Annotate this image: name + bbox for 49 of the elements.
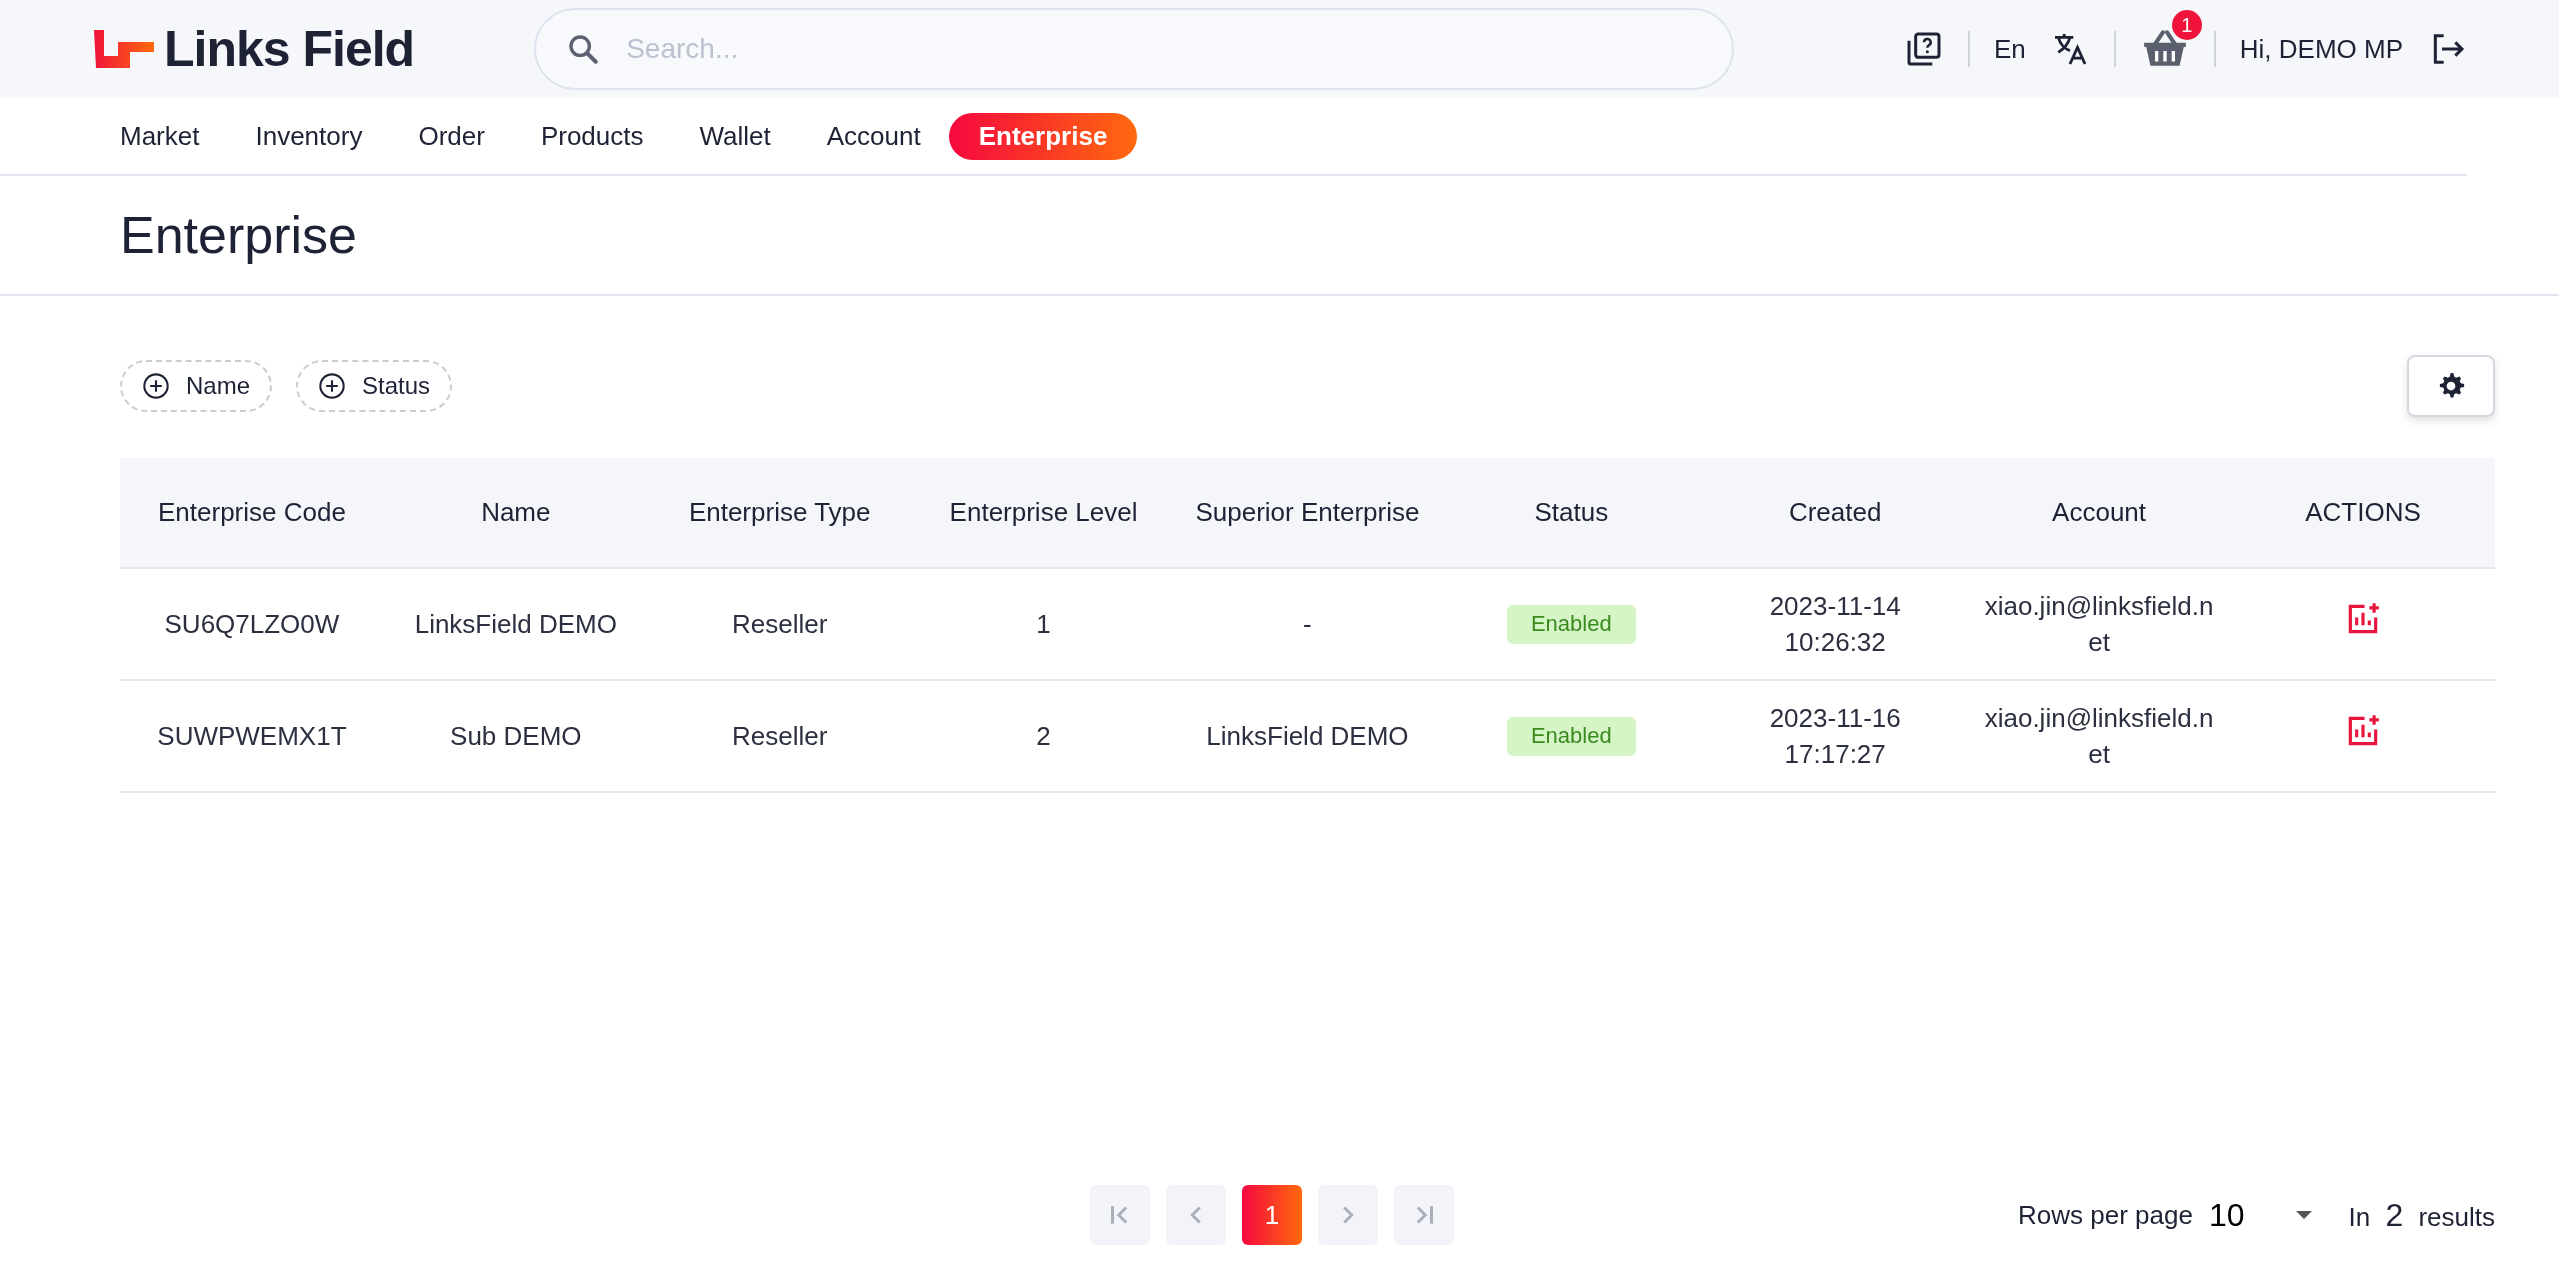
- column-header: Enterprise Type: [647, 458, 912, 568]
- filter-chip[interactable]: Status: [296, 360, 453, 412]
- column-header: Superior Enterprise: [1175, 458, 1440, 568]
- search-icon: [566, 32, 601, 66]
- type-cell: Reseller: [647, 568, 912, 680]
- search-field[interactable]: Search...: [534, 8, 1735, 90]
- logo-icon: [92, 28, 156, 70]
- code-cell: SUWPWEMX1T: [120, 680, 384, 792]
- code-cell: SU6Q7LZO0W: [120, 568, 384, 680]
- rows-per-page-label: Rows per page: [2018, 1198, 2193, 1232]
- language-label[interactable]: En: [1993, 29, 2026, 69]
- name-cell: LinksField DEMO: [383, 568, 648, 680]
- nav-tab[interactable]: Inventory: [227, 112, 391, 160]
- column-header: Name: [383, 458, 648, 568]
- nav-tab[interactable]: Order: [390, 112, 513, 160]
- superior-cell: -: [1175, 568, 1440, 680]
- results-summary: In 2 results: [2348, 1196, 2495, 1235]
- status-tag: Enabled: [1506, 605, 1636, 644]
- nav-tab[interactable]: Market: [120, 112, 228, 160]
- created-cell: 2023-11-16 17:17:27: [1703, 680, 1968, 792]
- nav-tab[interactable]: Wallet: [671, 112, 799, 160]
- column-header: Enterprise Code: [120, 458, 384, 568]
- page-button[interactable]: 1: [1242, 1185, 1302, 1245]
- nav-tab[interactable]: Account: [798, 112, 949, 160]
- plus-circle-icon: [142, 372, 170, 400]
- page-title: Enterprise: [120, 204, 357, 266]
- nav-tab[interactable]: Enterprise: [948, 112, 1138, 160]
- plus-circle-icon: [318, 372, 347, 400]
- account-cell: xiao.jin@linksfield.net: [1967, 680, 2231, 792]
- settings-button[interactable]: [2407, 355, 2495, 417]
- column-header: Enterprise Level: [911, 458, 1176, 568]
- level-cell: 1: [911, 568, 1176, 680]
- level-cell: 2: [911, 680, 1176, 792]
- nav-tab[interactable]: Products: [512, 112, 672, 160]
- created-cell: 2023-11-14 10:26:32: [1703, 568, 1968, 680]
- account-cell: xiao.jin@linksfield.net: [1967, 568, 2231, 680]
- column-header: Account: [1967, 458, 2231, 568]
- column-header: ACTIONS: [2231, 458, 2495, 568]
- logo-text: Links Field: [164, 19, 415, 79]
- type-cell: Reseller: [647, 680, 912, 792]
- name-cell: Sub DEMO: [383, 680, 648, 792]
- rows-per-page-select[interactable]: 10: [2208, 1191, 2317, 1239]
- status-tag: Enabled: [1506, 717, 1636, 756]
- user-greeting: Hi, DEMO MP: [2239, 32, 2403, 66]
- superior-cell: LinksField DEMO: [1175, 680, 1440, 792]
- column-header: Created: [1703, 458, 1968, 568]
- column-header: Status: [1439, 458, 1704, 568]
- filter-chip[interactable]: Name: [120, 360, 273, 412]
- cart-count: 1: [2171, 10, 2202, 40]
